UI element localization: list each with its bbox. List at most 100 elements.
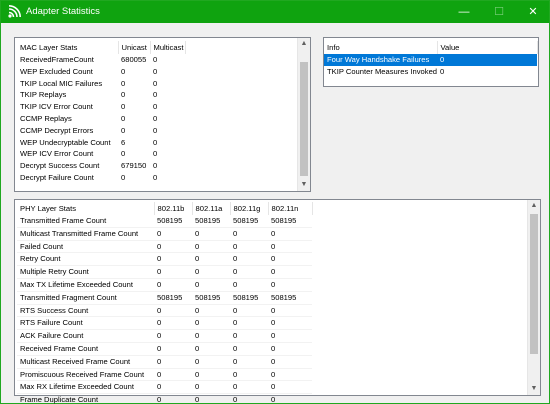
- table-row[interactable]: Frame Duplicate Count 0 0 0 0: [17, 393, 312, 404]
- value-80211n-cell: 0: [268, 342, 312, 356]
- stat-name-cell: TKIP Replays: [20, 90, 67, 100]
- mac-vertical-scrollbar[interactable]: ▲ ▼: [297, 38, 310, 191]
- unicast-cell: 0: [121, 149, 126, 159]
- stat-name-cell: RTS Failure Count: [17, 316, 154, 331]
- window-title: Adapter Statistics: [26, 6, 100, 17]
- value-80211b-cell: 0: [154, 368, 192, 382]
- multicast-cell: 0: [153, 90, 158, 100]
- mac-layer-stats-list[interactable]: MAC Layer Stats Unicast Multicast Receiv…: [14, 37, 311, 192]
- table-row[interactable]: ACK Failure Count 0 0 0 0: [17, 329, 312, 343]
- table-row[interactable]: Decrypt Failure Count 0 0: [17, 172, 185, 184]
- table-row[interactable]: Four Way Handshake Failures 0: [324, 54, 538, 66]
- scroll-up-arrow-icon[interactable]: ▲: [298, 38, 310, 50]
- stat-name-cell: WEP ICV Error Count: [20, 149, 94, 159]
- multicast-cell: 0: [153, 66, 158, 76]
- minimize-button[interactable]: —: [448, 1, 480, 23]
- stat-name-cell: TKIP ICV Error Count: [20, 102, 93, 112]
- value-80211n-cell: 0: [268, 316, 312, 331]
- stat-name-cell: RTS Success Count: [17, 304, 154, 318]
- unicast-cell: 0: [121, 172, 126, 182]
- column-header-multicast[interactable]: Multicast: [150, 41, 186, 54]
- value-80211b-cell: 0: [154, 393, 192, 404]
- stat-name-cell: Transmitted Fragment Count: [17, 291, 154, 305]
- column-header-mac-layer-stats[interactable]: MAC Layer Stats: [17, 41, 119, 54]
- value-80211g-cell: 0: [230, 342, 268, 356]
- column-header-80211b[interactable]: 802.11b: [154, 202, 193, 215]
- stat-name-cell: Multiple Retry Count: [17, 265, 154, 279]
- value-80211n-cell: 0: [268, 368, 312, 382]
- table-row[interactable]: TKIP Replays 0 0: [17, 89, 185, 101]
- value-80211a-cell: 0: [192, 240, 230, 254]
- value-80211a-cell: 0: [192, 380, 230, 395]
- unicast-cell: 680055: [121, 55, 147, 64]
- phy-layer-stats-list[interactable]: PHY Layer Stats 802.11b 802.11a 802.11g …: [14, 199, 541, 404]
- unicast-cell: 0: [121, 66, 126, 76]
- table-row[interactable]: RTS Failure Count 0 0 0 0: [17, 316, 312, 331]
- scroll-up-arrow-icon[interactable]: ▲: [528, 200, 540, 212]
- value-80211g-cell: 0: [230, 252, 268, 267]
- phy-vertical-scrollbar[interactable]: ▲ ▼: [527, 200, 540, 395]
- column-header-80211g[interactable]: 802.11g: [230, 202, 269, 215]
- table-row[interactable]: Transmitted Frame Count 508195 508195 50819…: [17, 215, 312, 228]
- info-name-cell: Four Way Handshake Failures: [324, 54, 438, 66]
- table-row[interactable]: Multiple Retry Count 0 0 0 0: [17, 265, 312, 279]
- table-row[interactable]: CCMP Decrypt Errors 0 0: [17, 125, 185, 137]
- stat-name-cell: Transmitted Frame Count: [17, 215, 154, 228]
- table-row[interactable]: Decrypt Success Count 679150 0: [17, 160, 185, 172]
- value-80211a-cell: 0: [192, 278, 230, 292]
- value-80211b-cell: 0: [154, 227, 192, 241]
- value-80211a-cell: 0: [192, 355, 230, 369]
- table-row[interactable]: Max TX Lifetime Exceeded Count 0 0 0 0: [17, 278, 312, 292]
- table-row[interactable]: WEP Undecryptable Count 6 0: [17, 137, 185, 149]
- column-header-phy-layer-stats[interactable]: PHY Layer Stats: [17, 202, 155, 215]
- table-row[interactable]: RTS Success Count 0 0 0 0: [17, 304, 312, 318]
- table-row[interactable]: Failed Count 0 0 0 0: [17, 240, 312, 254]
- multicast-cell: 0: [153, 102, 158, 112]
- value-80211n-cell: 0: [268, 393, 312, 404]
- stat-name-cell: Decrypt Success Count: [20, 161, 100, 171]
- stat-name-cell: Max TX Lifetime Exceeded Count: [17, 278, 154, 292]
- unicast-cell: 679150: [121, 161, 147, 171]
- value-80211n-cell: 0: [268, 304, 312, 318]
- column-header-80211n[interactable]: 802.11n: [268, 202, 313, 215]
- table-row[interactable]: ReceivedFrameCount 680055 0: [17, 54, 185, 66]
- multicast-cell: 0: [153, 149, 158, 159]
- column-header-value[interactable]: Value: [437, 41, 538, 54]
- scroll-thumb[interactable]: [530, 214, 538, 354]
- value-80211b-cell: 0: [154, 278, 192, 292]
- column-header-info[interactable]: Info: [324, 41, 438, 54]
- table-row[interactable]: TKIP Local MIC Failures 0 0: [17, 78, 185, 90]
- maximize-button[interactable]: ☐: [483, 1, 515, 23]
- table-row[interactable]: Multicast Received Frame Count 0 0 0 0: [17, 355, 312, 369]
- scroll-down-arrow-icon[interactable]: ▼: [298, 179, 310, 191]
- table-row[interactable]: Retry Count 0 0 0 0: [17, 252, 312, 267]
- scroll-thumb[interactable]: [300, 62, 308, 176]
- value-80211g-cell: 0: [230, 380, 268, 395]
- value-80211g-cell: 0: [230, 368, 268, 382]
- phy-stats-table: PHY Layer Stats 802.11b 802.11a 802.11g …: [17, 202, 313, 404]
- title-bar[interactable]: Adapter Statistics — ☐ ✕: [1, 1, 549, 23]
- unicast-cell: 0: [121, 102, 126, 112]
- stat-name-cell: Decrypt Failure Count: [20, 172, 94, 182]
- close-button[interactable]: ✕: [517, 1, 549, 23]
- table-row[interactable]: TKIP Counter Measures Invoked 0: [324, 66, 537, 78]
- stat-name-cell: Retry Count: [17, 252, 154, 267]
- column-header-80211a[interactable]: 802.11a: [192, 202, 231, 215]
- table-row[interactable]: Max RX Lifetime Exceeded Count 0 0 0 0: [17, 380, 312, 395]
- column-header-unicast[interactable]: Unicast: [118, 41, 151, 54]
- table-row[interactable]: WEP Excluded Count 0 0: [17, 66, 185, 78]
- table-row[interactable]: Promiscuous Received Frame Count 0 0 0 0: [17, 368, 312, 382]
- value-80211n-cell: 0: [268, 355, 312, 369]
- table-row[interactable]: Received Frame Count 0 0 0 0: [17, 342, 312, 356]
- table-row[interactable]: TKIP ICV Error Count 0 0: [17, 101, 185, 113]
- info-list[interactable]: Info Value Four Way Handshake Failures 0 T…: [323, 37, 539, 87]
- scroll-down-arrow-icon[interactable]: ▼: [528, 383, 540, 395]
- value-80211a-cell: 508195: [192, 291, 230, 305]
- value-80211b-cell: 0: [154, 240, 192, 254]
- table-row[interactable]: CCMP Replays 0 0: [17, 113, 185, 125]
- table-row[interactable]: WEP ICV Error Count 0 0: [17, 148, 185, 160]
- stat-name-cell: CCMP Replays: [20, 113, 72, 123]
- table-row[interactable]: Multicast Transmitted Frame Count 0 0 0 0: [17, 227, 312, 241]
- value-80211n-cell: 0: [268, 227, 312, 241]
- table-row[interactable]: Transmitted Fragment Count 508195 508195 50…: [17, 291, 312, 305]
